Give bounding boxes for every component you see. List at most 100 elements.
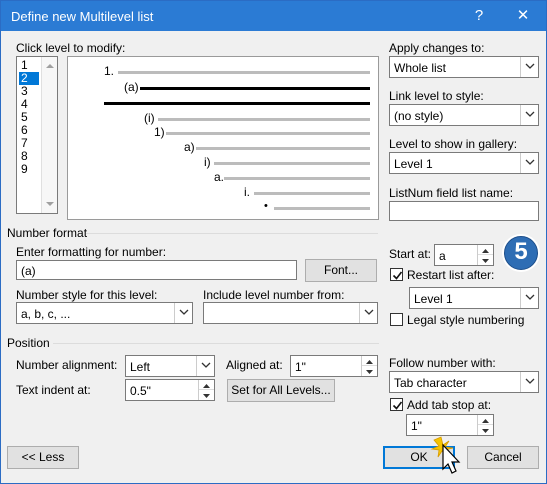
chevron-down-icon[interactable] (520, 105, 538, 125)
spin-up-icon[interactable] (199, 380, 214, 390)
preview-line (224, 177, 370, 180)
number-format-divider (86, 233, 378, 234)
preview-number: a. (214, 170, 225, 184)
follow-label: Follow number with: (389, 356, 496, 370)
set-all-levels-button[interactable]: Set for All Levels... (227, 379, 335, 402)
link-style-value: (no style) (394, 109, 444, 123)
less-button[interactable]: << Less (7, 446, 79, 469)
include-level-label: Include level number from: (203, 288, 345, 302)
gallery-label: Level to show in gallery: (389, 137, 518, 151)
preview-line (274, 207, 370, 210)
close-button[interactable]: ✕ (501, 1, 545, 31)
legal-checkbox[interactable] (390, 313, 403, 326)
spin-down-icon[interactable] (362, 366, 377, 376)
chevron-down-icon[interactable] (174, 303, 192, 323)
tab-stop-spinner[interactable]: 1" (406, 414, 494, 436)
step-badge: 5 (501, 233, 541, 273)
level-scrollbar[interactable] (41, 57, 57, 213)
chevron-down-icon[interactable] (520, 153, 538, 173)
preview-line (118, 71, 370, 74)
apply-label: Apply changes to: (389, 41, 485, 55)
number-format-value: (a) (21, 264, 36, 278)
preview-number: • (264, 200, 268, 212)
preview-number: 1. (104, 64, 115, 78)
tab-stop-label[interactable]: Add tab stop at: (407, 398, 491, 412)
preview-line (196, 147, 370, 150)
link-style-dropdown[interactable]: (no style) (389, 104, 539, 126)
start-at-label: Start at: (389, 247, 432, 261)
legal-label[interactable]: Legal style numbering (407, 313, 524, 327)
number-style-value: a, b, c, ... (21, 307, 71, 321)
font-button[interactable]: Font... (305, 259, 377, 282)
follow-number-value: Tab character (394, 376, 467, 390)
preview-number: (a) (124, 80, 139, 94)
enter-format-label: Enter formatting for number: (16, 245, 167, 259)
chevron-down-icon[interactable] (520, 57, 538, 77)
text-indent-value: 0.5" (130, 384, 151, 398)
aligned-at-value: 1" (295, 360, 306, 374)
cancel-button[interactable]: Cancel (467, 446, 539, 469)
spin-up-icon[interactable] (478, 245, 493, 255)
position-heading: Position (7, 336, 50, 350)
preview-line (158, 118, 370, 121)
start-at-spinner[interactable]: a (434, 244, 494, 266)
listnum-input[interactable] (389, 201, 539, 221)
number-format-input[interactable]: (a) (16, 260, 297, 280)
spin-down-icon[interactable] (478, 425, 493, 435)
gallery-level-dropdown[interactable]: Level 1 (389, 152, 539, 174)
help-button[interactable]: ? (457, 1, 501, 31)
preview-number: i. (244, 185, 250, 199)
alignment-label: Number alignment: (16, 358, 118, 372)
gallery-level-value: Level 1 (394, 157, 433, 171)
chevron-down-icon[interactable] (359, 303, 377, 323)
mouse-pointer-icon (429, 435, 469, 481)
apply-changes-dropdown[interactable]: Whole list (389, 56, 539, 78)
dialog-title: Define new Multilevel list (11, 9, 154, 24)
number-format-heading: Number format (7, 226, 88, 240)
preview-number: i) (204, 155, 211, 169)
level-listbox[interactable]: 123456789 (16, 56, 58, 214)
step-badge-number: 5 (514, 238, 528, 265)
restart-label[interactable]: Restart list after: (407, 268, 494, 282)
aligned-at-spinner[interactable]: 1" (290, 355, 378, 377)
follow-number-dropdown[interactable]: Tab character (389, 371, 539, 393)
tab-stop-checkbox[interactable] (390, 398, 403, 411)
alignment-dropdown[interactable]: Left (125, 355, 215, 377)
include-level-dropdown[interactable] (203, 302, 378, 324)
spin-down-icon[interactable] (478, 255, 493, 265)
preview-number: (i) (144, 111, 155, 125)
preview-number: 1) (154, 125, 165, 139)
level-item-9[interactable]: 9 (19, 163, 39, 176)
preview-line (104, 102, 370, 105)
spin-up-icon[interactable] (362, 356, 377, 366)
preview-line (140, 87, 370, 90)
tab-stop-value: 1" (411, 419, 422, 433)
apply-changes-value: Whole list (394, 61, 447, 75)
preview-line (254, 192, 370, 195)
aligned-at-label: Aligned at: (226, 358, 283, 372)
alignment-value: Left (130, 360, 151, 374)
number-style-dropdown[interactable]: a, b, c, ... (16, 302, 193, 324)
chevron-down-icon[interactable] (520, 372, 538, 392)
text-indent-label: Text indent at: (16, 383, 91, 397)
restart-checkbox[interactable] (390, 268, 403, 281)
dialog-window: Define new Multilevel list ? ✕ Click lev… (0, 0, 547, 484)
chevron-down-icon[interactable] (520, 288, 538, 308)
restart-level-dropdown[interactable]: Level 1 (409, 287, 539, 309)
preview-number: a) (184, 140, 195, 154)
start-at-value: a (439, 249, 446, 263)
restart-level-value: Level 1 (414, 292, 453, 306)
listnum-label: ListNum field list name: (389, 186, 514, 200)
position-divider (53, 343, 379, 344)
spin-down-icon[interactable] (199, 390, 214, 400)
list-preview: 1. (a) (i) 1) a) i) a. i. • (67, 56, 379, 220)
spin-up-icon[interactable] (478, 415, 493, 425)
preview-line (166, 132, 370, 135)
title-bar: Define new Multilevel list ? ✕ (1, 1, 546, 31)
preview-line (214, 162, 370, 165)
link-label: Link level to style: (389, 89, 484, 103)
number-style-label: Number style for this level: (16, 288, 158, 302)
text-indent-spinner[interactable]: 0.5" (125, 379, 215, 401)
chevron-down-icon[interactable] (196, 356, 214, 376)
level-label: Click level to modify: (16, 41, 126, 55)
